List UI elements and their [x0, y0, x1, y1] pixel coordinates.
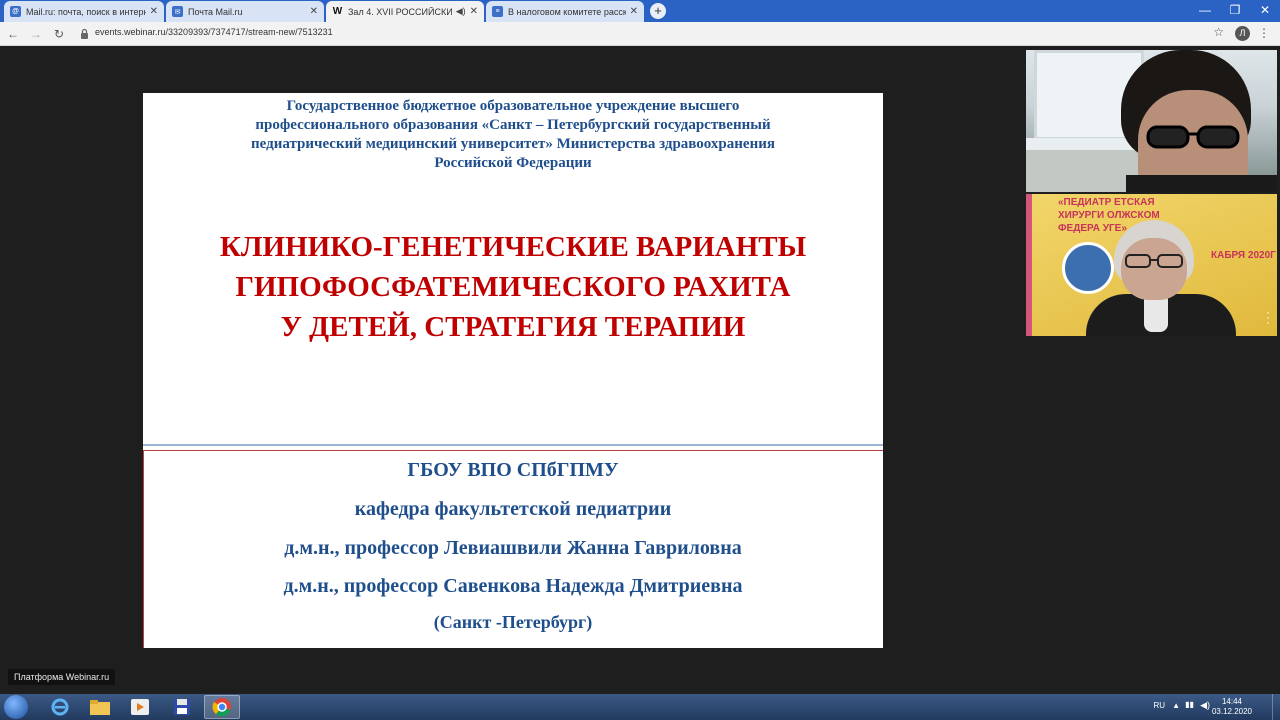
clock-time: 14:44 [1221, 697, 1242, 706]
start-button[interactable] [4, 695, 28, 719]
author: д.м.н., профессор Левиашвили Жанна Гаври… [284, 537, 742, 559]
video-background [1026, 194, 1032, 336]
tab-label: В налоговом комитете рассказ [508, 6, 626, 17]
presentation-slide: Государственное бюджетное образовательно… [143, 93, 883, 648]
platform-label: Платформа Webinar.ru [8, 669, 116, 685]
clock[interactable]: 14:44 03.12.2020 [1212, 697, 1252, 717]
tab-mailru[interactable]: @ Mail.ru: почта, поиск в интернет ✕ [4, 1, 164, 22]
banner-text: КАБРЯ 2020Г [1211, 250, 1276, 261]
city: (Санкт -Петербург) [433, 612, 593, 632]
minimize-icon[interactable]: — [1190, 0, 1220, 22]
participant-video[interactable]: «ПЕДИАТР ЕТСКАЯ ХИРУРГИ ОЛЖСКОМ ФЕДЕРА У… [1026, 194, 1277, 336]
divider [143, 450, 883, 451]
participant-video[interactable] [1026, 50, 1277, 192]
browser-toolbar: ← → ↻ events.webinar.ru/33209393/7374717… [0, 22, 1280, 46]
clock-date: 03.12.2020 [1211, 707, 1252, 716]
volume-icon[interactable]: ◀) [1200, 700, 1210, 711]
lock-icon [81, 28, 88, 39]
browser-menu-icon[interactable]: ⋮ [1258, 26, 1270, 40]
close-icon[interactable]: ✕ [470, 6, 478, 17]
org-line: Российской Федерации [434, 155, 592, 171]
language-indicator[interactable]: RU [1153, 701, 1165, 710]
network-icon[interactable]: ▮▮ [1185, 700, 1194, 709]
new-tab-button[interactable]: + [650, 3, 666, 19]
tab-webinar[interactable]: W Зал 4. XVII РОССИЙСКИЙ ( ◀) ✕ [326, 1, 484, 22]
banner-text: «ПЕДИАТР ЕТСКАЯ [1058, 197, 1155, 208]
close-icon[interactable]: ✕ [630, 6, 638, 17]
maximize-icon[interactable]: ❐ [1220, 0, 1250, 22]
close-icon[interactable]: ✕ [150, 6, 158, 17]
author: д.м.н., профессор Савенкова Надежда Дмит… [283, 575, 743, 597]
ie-icon[interactable] [42, 695, 78, 719]
folder-icon[interactable] [82, 695, 118, 719]
speaker-icon[interactable]: ◀) [456, 6, 466, 17]
org-line: педиатрический медицинский университет» … [251, 136, 775, 152]
forward-arrow-icon[interactable]: → [27, 25, 45, 43]
tab-label: Почта Mail.ru [188, 6, 243, 17]
chrome-icon[interactable] [204, 695, 240, 719]
mailru-icon: @ [10, 6, 21, 17]
tab-pochta[interactable]: ✉ Почта Mail.ru ✕ [166, 1, 324, 22]
org-line: Государственное бюджетное образовательно… [286, 98, 740, 114]
banner-text: ХИРУРГИ ОЛЖСКОМ [1058, 210, 1160, 221]
mail-icon: ✉ [172, 6, 183, 17]
close-icon[interactable]: ✕ [310, 6, 318, 17]
address-bar[interactable]: events.webinar.ru/33209393/7374717/strea… [95, 27, 333, 37]
save-disk-icon[interactable] [164, 695, 200, 719]
window-controls: — ❐ ✕ [1190, 0, 1280, 22]
tab-label: Зал 4. XVII РОССИЙСКИЙ ( [348, 6, 453, 17]
emblem-icon [1062, 242, 1114, 294]
department: кафедра факультетской педиатрии [354, 498, 672, 520]
reload-icon[interactable]: ↻ [50, 25, 68, 43]
title-line: КЛИНИКО-ГЕНЕТИЧЕСКИЕ ВАРИАНТЫ [219, 231, 807, 263]
media-player-icon[interactable] [122, 695, 158, 719]
video-options-icon[interactable]: · · · [1265, 306, 1271, 328]
show-desktop-button[interactable] [1272, 694, 1280, 720]
bookmark-star-icon[interactable]: ☆ [1213, 25, 1224, 39]
page-icon: ≡ [492, 6, 503, 17]
webinar-icon: W [332, 6, 343, 17]
browser-tab-strip: @ Mail.ru: почта, поиск в интернет ✕ ✉ П… [0, 0, 1280, 22]
tab-label: Mail.ru: почта, поиск в интернет [26, 6, 146, 17]
participant-figure [1126, 175, 1277, 192]
webinar-stage: Государственное бюджетное образовательно… [0, 47, 1280, 693]
back-arrow-icon[interactable]: ← [4, 25, 22, 43]
screen: @ Mail.ru: почта, поиск в интернет ✕ ✉ П… [0, 0, 1280, 720]
title-line: ГИПОФОСФАТЕМИЧЕСКОГО РАХИТА [235, 271, 791, 303]
title-line: У ДЕТЕЙ, СТРАТЕГИЯ ТЕРАПИИ [280, 311, 746, 343]
slide-title: КЛИНИКО-ГЕНЕТИЧЕСКИЕ ВАРИАНТЫ ГИПОФОСФАТ… [163, 227, 863, 347]
participant-figure [1125, 254, 1183, 268]
close-window-icon[interactable]: ✕ [1250, 0, 1280, 22]
tray-expand-icon[interactable]: ▲ [1172, 701, 1180, 710]
org-line: профессионального образования «Санкт – П… [255, 117, 771, 133]
participant-figure [1146, 125, 1240, 149]
institution: ГБОУ ВПО СПбГПМУ [407, 459, 619, 481]
divider [143, 451, 144, 648]
windows-taskbar: RU ▲ ▮▮ ◀) 14:44 03.12.2020 [0, 694, 1280, 720]
divider [143, 444, 883, 446]
profile-avatar[interactable]: Л [1235, 26, 1250, 41]
tab-news[interactable]: ≡ В налоговом комитете рассказ ✕ [486, 1, 644, 22]
slide-organization: Государственное бюджетное образовательно… [163, 97, 863, 173]
